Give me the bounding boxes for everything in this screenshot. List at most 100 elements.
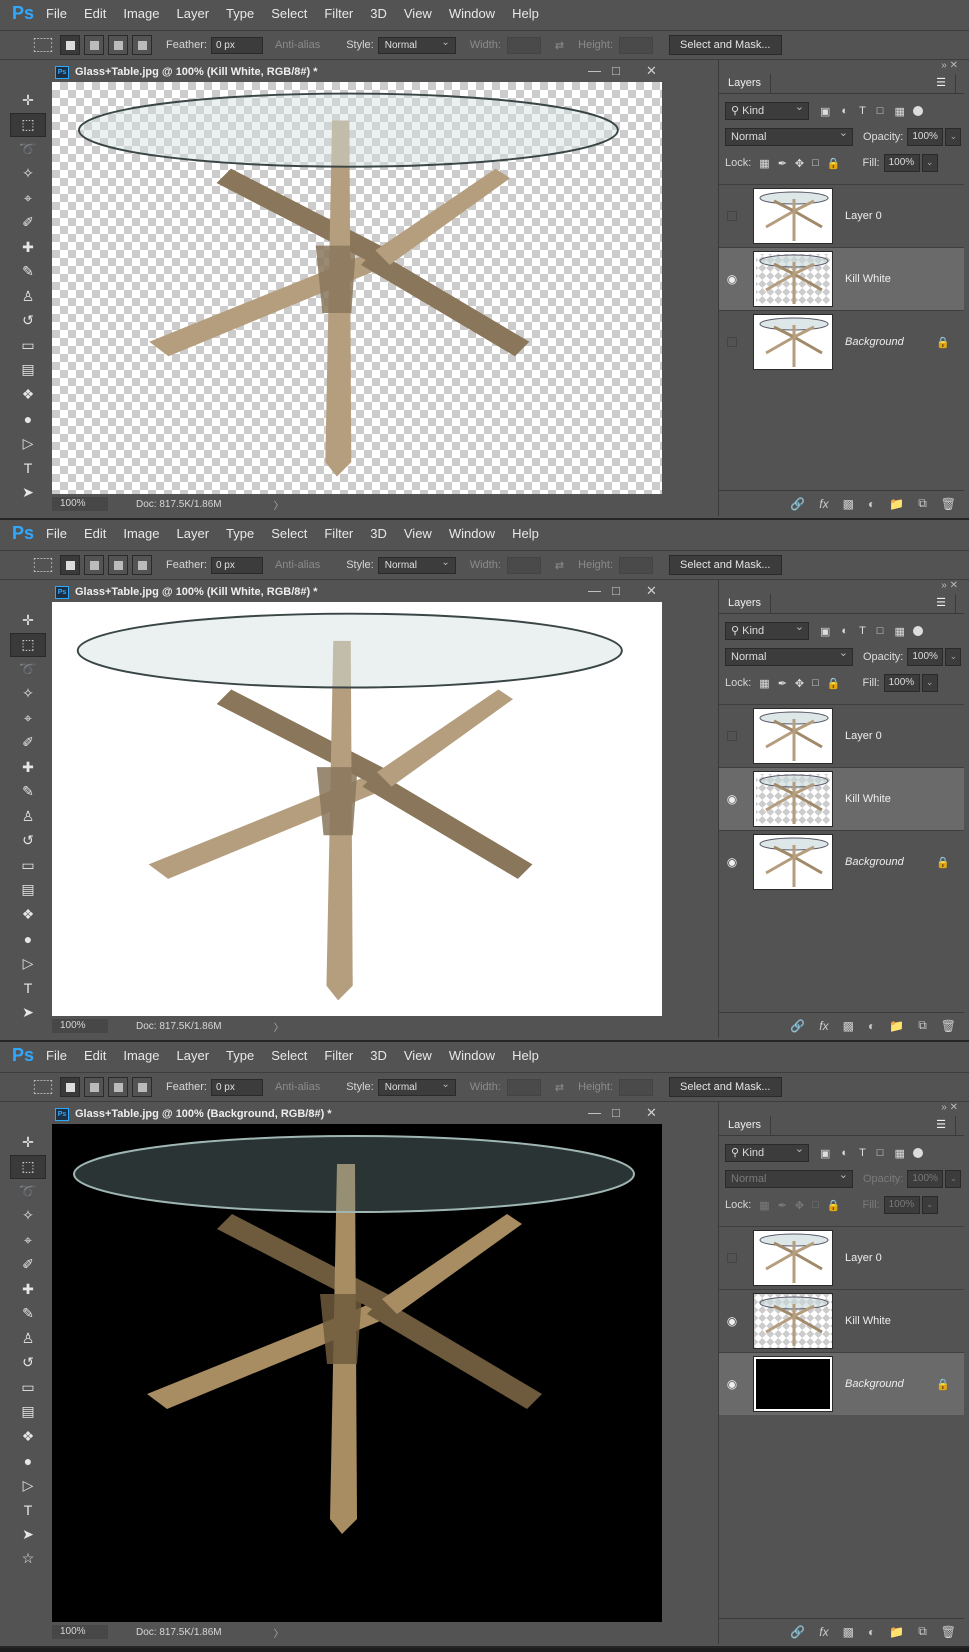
visibility-toggle[interactable] [727,731,737,741]
eraser-icon[interactable]: ▭ [10,853,46,878]
opacity-input[interactable]: 100% [907,128,944,146]
document-tab[interactable]: Ps Glass+Table.jpg @ 100% (Kill White, R… [52,582,672,602]
blend-mode-select[interactable]: Normal [725,645,853,666]
eyedropper-icon[interactable]: ✐ [10,211,46,236]
menu-3d[interactable]: 3D [370,6,387,21]
document-tab[interactable]: Ps Glass+Table.jpg @ 100% (Kill White, R… [52,62,672,82]
menu-3d[interactable]: 3D [370,1048,387,1063]
move-icon[interactable]: ✛ [10,1130,46,1155]
kind-filter[interactable]: ⚲ Kind [725,1141,809,1162]
layers-tab[interactable]: Layers [719,1116,772,1135]
new-layer-icon[interactable]: ⧉ [918,496,927,511]
marquee-icon[interactable]: ⬚ [10,1154,46,1179]
antialias-checkbox[interactable]: Anti-alias [275,1081,320,1093]
folder-icon[interactable]: 📁 [889,1625,904,1639]
menu-3d[interactable]: 3D [370,526,387,541]
lock-position-icon[interactable]: ✥ [795,157,804,170]
link-icon[interactable]: 🔗 [790,497,805,511]
visibility-toggle[interactable] [727,337,737,347]
layer-thumbnail[interactable] [753,1356,833,1412]
layer-thumbnail[interactable] [753,771,833,827]
lock-transparent-icon[interactable]: ▦ [759,677,769,690]
status-arrow-icon[interactable]: 〉 [274,1625,284,1640]
adjustment-filter-icon[interactable]: ◐ [841,105,848,117]
stamp-icon[interactable]: ♙ [10,804,46,829]
select-and-mask-button[interactable]: Select and Mask... [669,1077,782,1097]
restore-icon[interactable]: □ [612,1105,620,1120]
new-layer-icon[interactable]: ⧉ [918,1018,927,1033]
smart-filter-icon[interactable]: ▦ [894,1147,904,1160]
restore-icon[interactable]: □ [612,583,620,598]
healing-icon[interactable]: ✚ [10,235,46,260]
menu-window[interactable]: Window [449,6,495,21]
lock-artboard-icon[interactable]: □ [812,157,819,169]
menu-image[interactable]: Image [123,526,159,541]
stamp-icon[interactable]: ♙ [10,1326,46,1351]
layer-row-background[interactable]: Background 🔒 [719,310,964,373]
menu-view[interactable]: View [404,526,432,541]
blur-icon[interactable]: ❖ [10,1424,46,1449]
menu-type[interactable]: Type [226,6,254,21]
fill-input[interactable]: 100% [883,154,920,172]
add-selection-button[interactable] [84,1077,104,1097]
menu-type[interactable]: Type [226,526,254,541]
document-tab[interactable]: Ps Glass+Table.jpg @ 100% (Background, R… [52,1104,672,1124]
fx-icon[interactable]: fx [819,497,828,511]
height-input[interactable] [619,36,653,54]
layer-row-layer-0[interactable]: Layer 0 [719,704,964,767]
type-filter-icon[interactable]: T [859,105,866,117]
fill-input[interactable]: 100% [883,674,920,692]
fx-icon[interactable]: fx [819,1019,828,1033]
lasso-icon[interactable]: ➰ [10,657,46,682]
layer-thumbnail[interactable] [753,708,833,764]
menu-type[interactable]: Type [226,1048,254,1063]
gradient-icon[interactable]: ▤ [10,878,46,903]
menu-image[interactable]: Image [123,6,159,21]
layer-name[interactable]: Background [845,856,904,868]
mask-icon[interactable]: ▩ [843,497,854,511]
menu-edit[interactable]: Edit [84,526,106,541]
layer-thumbnail[interactable] [753,251,833,307]
layer-name[interactable]: Layer 0 [845,1252,882,1264]
layer-thumbnail[interactable] [753,314,833,370]
layer-name[interactable]: Layer 0 [845,210,882,222]
brush-icon[interactable]: ✎ [10,260,46,285]
magic-wand-icon[interactable]: ✧ [10,682,46,707]
gradient-icon[interactable]: ▤ [10,358,46,383]
history-brush-icon[interactable]: ↺ [10,1351,46,1376]
menu-image[interactable]: Image [123,1048,159,1063]
layer-row-kill-white[interactable]: ◉ Kill White [719,247,964,310]
menu-layer[interactable]: Layer [177,6,210,21]
lock-image-icon[interactable]: ✒ [778,157,787,170]
smart-filter-icon[interactable]: ▦ [894,105,904,118]
menu-select[interactable]: Select [271,1048,307,1063]
close-icon[interactable]: ✕ [646,583,657,599]
shape-icon[interactable]: ☆ [10,1547,46,1572]
swap-icon[interactable]: ⇄ [555,39,564,52]
marquee-icon[interactable] [33,558,53,572]
type-icon[interactable]: T [10,976,46,1001]
fx-icon[interactable]: fx [819,1625,828,1639]
add-selection-button[interactable] [84,555,104,575]
menu-filter[interactable]: Filter [324,6,353,21]
height-input[interactable] [619,556,653,574]
zoom-level[interactable]: 100% [52,497,108,511]
layer-row-background[interactable]: ◉ Background 🔒 [719,1352,964,1415]
menu-edit[interactable]: Edit [84,6,106,21]
shape-filter-icon[interactable]: □ [877,105,884,117]
new-selection-button[interactable] [60,35,80,55]
opacity-dropdown[interactable]: ⌄ [945,128,962,146]
shape-filter-icon[interactable]: □ [877,625,884,637]
select-and-mask-button[interactable]: Select and Mask... [669,35,782,55]
opacity-dropdown[interactable]: ⌄ [945,1170,962,1188]
adjustment-filter-icon[interactable]: ◐ [841,1147,848,1159]
antialias-checkbox[interactable]: Anti-alias [275,39,320,51]
menu-layer[interactable]: Layer [177,526,210,541]
smart-filter-icon[interactable]: ▦ [894,625,904,638]
minimize-icon[interactable]: — [588,63,601,78]
kind-filter[interactable]: ⚲ Kind [725,99,809,120]
layer-row-layer-0[interactable]: Layer 0 [719,1226,964,1289]
marquee-icon[interactable]: ⬚ [10,112,46,137]
layer-name[interactable]: Kill White [845,793,891,805]
menu-help[interactable]: Help [512,1048,539,1063]
